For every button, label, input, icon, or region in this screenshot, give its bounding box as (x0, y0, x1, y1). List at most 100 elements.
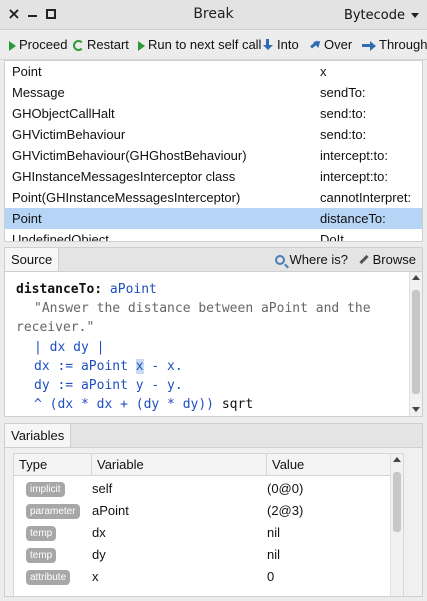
stack-selector: intercept:to: (320, 148, 388, 163)
variable-name: dy (92, 547, 106, 562)
type-badge: temp (26, 526, 57, 541)
stack-row[interactable]: GHObjectCallHalt send:to: (5, 103, 422, 124)
column-header-type[interactable]: Type (14, 454, 92, 475)
variable-name: x (92, 569, 99, 584)
stack-receiver: GHInstanceMessagesInterceptor class (12, 169, 236, 184)
run-to-next-self-call-button[interactable]: Run to next self call (138, 37, 261, 52)
code-line-comment: receiver." (16, 320, 95, 335)
stack-receiver: GHVictimBehaviour(GHGhostBehaviour) (12, 148, 247, 163)
code-line-statement: dx := aPoint x - x. (34, 357, 183, 376)
code-line-return: ^ (dx * dx + (dy * dy)) sqrt (34, 395, 253, 414)
proceed-button[interactable]: Proceed (9, 37, 67, 52)
stack-receiver: Point (12, 64, 42, 79)
stack-row[interactable]: Message sendTo: (5, 82, 422, 103)
run-to-next-label: Run to next self call (148, 37, 262, 52)
code-line-comment: "Answer the distance between aPoint and … (34, 301, 371, 316)
stack-receiver: GHVictimBehaviour (12, 127, 126, 142)
tab-source[interactable]: Source (5, 248, 60, 272)
source-scrollbar[interactable] (409, 272, 422, 416)
scroll-up-icon[interactable] (412, 275, 420, 280)
step-over-button[interactable]: Over (309, 37, 352, 52)
stack-receiver: Point(GHInstanceMessagesInterceptor) (12, 190, 241, 205)
table-row[interactable]: temp dy nil (14, 544, 403, 566)
stack-row[interactable]: Point(GHInstanceMessagesInterceptor) cann… (5, 187, 422, 208)
stack-selector: send:to: (320, 106, 367, 121)
mode-dropdown[interactable]: Bytecode (344, 8, 419, 23)
column-header-value[interactable]: Value (267, 454, 405, 475)
stack-row[interactable]: GHInstanceMessagesInterceptor class inter… (5, 166, 422, 187)
pencil-icon (359, 254, 369, 265)
source-code-editor[interactable]: distanceTo: aPoint "Answer the distance … (4, 271, 423, 417)
variables-panel: Type Variable Value implicit self (0@0) pa… (4, 447, 423, 597)
table-row[interactable]: parameter aPoint (2@3) (14, 500, 403, 522)
stack-selector: x (320, 64, 327, 79)
type-badge: attribute (26, 570, 71, 585)
stack-row[interactable]: Point x (5, 61, 422, 82)
step-through-icon (362, 39, 376, 51)
code-line-statement: dy := aPoint y - y. (34, 378, 183, 393)
method-selector: distanceTo: (16, 282, 103, 297)
stack-receiver: UndefinedObject (12, 232, 109, 242)
type-badge: implicit (26, 482, 65, 497)
code-line-temps: | dx dy | (34, 338, 104, 357)
stack-row-selected[interactable]: Point distanceTo: (5, 208, 422, 229)
restart-button[interactable]: Restart (73, 37, 129, 52)
stack-row[interactable]: GHVictimBehaviour(GHGhostBehaviour) inter… (5, 145, 422, 166)
code-token: ^ (dx * dx + (dy * dy)) (34, 397, 222, 412)
code-token: | (88, 340, 105, 355)
scroll-thumb[interactable] (412, 290, 420, 394)
table-row[interactable]: attribute x 0 (14, 566, 403, 588)
stack-row[interactable]: UndefinedObject DoIt (5, 229, 422, 242)
variable-value: nil (267, 547, 281, 562)
column-header-variable[interactable]: Variable (92, 454, 267, 475)
stack-receiver: Point (12, 211, 42, 226)
through-label: Through (379, 37, 427, 52)
step-into-button[interactable]: Into (262, 37, 299, 52)
variable-value: (2@3) (267, 503, 304, 518)
code-token: | (34, 340, 50, 355)
scroll-down-icon[interactable] (412, 407, 420, 412)
code-token: sqrt (221, 397, 254, 412)
where-is-label: Where is? (289, 252, 348, 267)
restart-icon (73, 40, 84, 51)
table-header: Type Variable Value (14, 454, 403, 476)
play-icon (9, 41, 16, 51)
code-token: dx dy (49, 340, 89, 355)
browse-button[interactable]: Browse (359, 252, 416, 267)
type-badge: temp (26, 548, 57, 563)
stack-row[interactable]: GHVictimBehaviour send:to: (5, 124, 422, 145)
variable-name: aPoint (92, 503, 129, 518)
where-is-button[interactable]: Where is? (275, 252, 348, 267)
stack-selector: intercept:to: (320, 169, 388, 184)
variables-tab-bar: Variables (4, 423, 423, 448)
method-argument: aPoint (109, 282, 157, 297)
variable-value: (0@0) (267, 481, 304, 496)
play-icon (138, 41, 145, 51)
debugger-toolbar: Proceed Restart Run to next self call In… (0, 30, 427, 60)
variables-table[interactable]: Type Variable Value implicit self (0@0) pa… (13, 453, 404, 596)
step-into-icon (262, 39, 274, 51)
step-through-button[interactable]: Through (362, 37, 427, 52)
chevron-down-icon (411, 13, 419, 18)
tab-variables[interactable]: Variables (5, 424, 72, 448)
title-bar: × Break Bytecode (0, 0, 427, 30)
table-row[interactable]: implicit self (0@0) (14, 478, 403, 500)
proceed-label: Proceed (19, 37, 68, 52)
scroll-up-icon[interactable] (393, 457, 401, 462)
stack-receiver: GHObjectCallHalt (12, 106, 115, 121)
table-row[interactable]: temp dx nil (14, 522, 403, 544)
stack-selector: DoIt (320, 232, 344, 242)
stack-selector: distanceTo: (320, 211, 386, 226)
stack-selector: sendTo: (320, 85, 366, 100)
source-tab-bar: Source Where is? Browse (4, 247, 423, 272)
magnifier-icon (275, 255, 286, 265)
scroll-thumb[interactable] (393, 472, 401, 532)
current-pc-highlight: x (135, 359, 144, 374)
step-over-icon (309, 39, 321, 51)
code-line-signature: distanceTo: aPoint (16, 280, 157, 299)
over-label: Over (324, 37, 353, 52)
variables-scrollbar[interactable] (390, 454, 403, 596)
into-label: Into (277, 37, 299, 52)
mode-label: Bytecode (343, 8, 405, 23)
stack-list[interactable]: Point x Message sendTo: GHObjectCallHalt se… (4, 60, 423, 242)
